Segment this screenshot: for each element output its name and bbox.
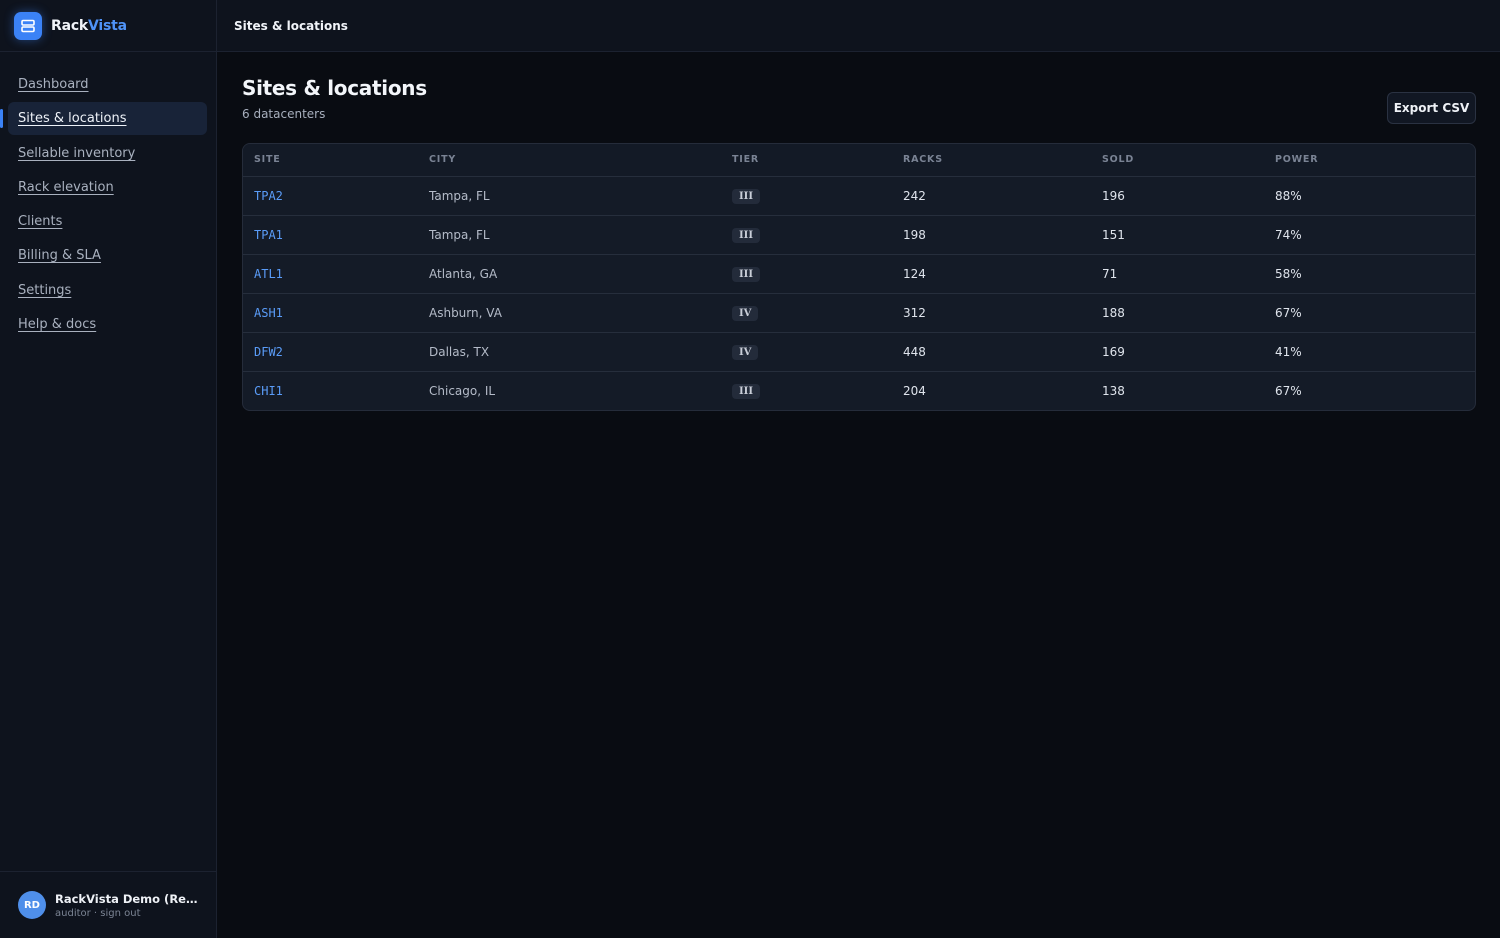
sidebar-item-dashboard[interactable]: Dashboard xyxy=(8,68,207,101)
avatar: RD xyxy=(18,891,46,919)
racks-cell: 198 xyxy=(892,215,1091,255)
power-cell: 58% xyxy=(1264,254,1475,294)
city-cell: Chicago, IL xyxy=(429,383,496,398)
column-header-city[interactable]: CITY xyxy=(418,144,721,177)
user-profile[interactable]: RD RackVista Demo (Read-only) auditor · … xyxy=(0,871,216,938)
tier-cell: III xyxy=(721,215,892,255)
city-cell: Atlanta, GA xyxy=(418,254,721,294)
tier-cell: IV xyxy=(721,293,892,333)
column-header-sold[interactable]: SOLD xyxy=(1091,144,1264,177)
sidebar-item-settings[interactable]: Settings xyxy=(8,274,207,307)
racks-cell: 448 xyxy=(892,332,1091,372)
user-name: RackVista Demo (Read-only) xyxy=(55,891,200,906)
brand-name-part1: Rack xyxy=(51,17,89,34)
power-cell: 74% xyxy=(1264,215,1475,255)
site-link[interactable]: ASH1 xyxy=(243,293,418,333)
column-header-site[interactable]: SITE xyxy=(243,144,418,177)
sold-cell: 151 xyxy=(1091,215,1264,255)
tier-badge: III xyxy=(732,227,761,243)
column-header-racks[interactable]: RACKS xyxy=(892,144,1091,177)
site-link[interactable]: CHI1 xyxy=(243,371,418,410)
sidebar: RackVista Dashboard Sites & locations Se… xyxy=(0,0,217,938)
site-link[interactable]: DFW2 xyxy=(243,332,418,372)
power-cell: 88% xyxy=(1264,176,1475,216)
city-cell: Tampa, FL xyxy=(418,176,721,216)
tier-badge: III xyxy=(732,266,761,282)
power-cell: 67% xyxy=(1275,383,1302,398)
server-rack-icon xyxy=(14,11,42,40)
export-csv-button[interactable]: Export CSV xyxy=(1387,92,1476,124)
racks-cell: 242 xyxy=(892,176,1091,216)
table-row[interactable]: CHI1 Chicago, IL III 204 138 67% xyxy=(243,371,1475,410)
tier-cell: III xyxy=(721,254,892,294)
sidebar-item-billing-sla[interactable]: Billing & SLA xyxy=(8,239,207,272)
page-header: Sites & locations 6 datacenters Export C… xyxy=(242,52,1476,143)
city-cell: Tampa, FL xyxy=(418,215,721,255)
sidebar-nav: Dashboard Sites & locations Sellable inv… xyxy=(0,52,216,341)
topbar: Sites & locations xyxy=(217,0,1500,52)
table-row[interactable]: DFW2 Dallas, TX IV 448 169 41% xyxy=(243,332,1475,372)
sold-cell: 71 xyxy=(1091,254,1264,294)
sidebar-item-sellable-inventory[interactable]: Sellable inventory xyxy=(8,137,207,170)
tier-cell: III xyxy=(721,176,892,216)
main-content: Sites & locations 6 datacenters Export C… xyxy=(242,52,1476,411)
site-link[interactable]: TPA2 xyxy=(243,176,418,216)
sites-table: SITE CITY TIER RACKS SOLD POWER TPA2 Tam… xyxy=(242,143,1476,411)
tier-badge: IV xyxy=(732,305,759,321)
table-header-row: SITE CITY TIER RACKS SOLD POWER xyxy=(243,144,1475,177)
brand[interactable]: RackVista xyxy=(0,0,216,52)
column-header-power[interactable]: POWER xyxy=(1264,144,1475,177)
user-role-signout[interactable]: auditor · sign out xyxy=(55,908,200,919)
brand-name-part2: Vista xyxy=(88,17,127,34)
sidebar-item-rack-elevation[interactable]: Rack elevation xyxy=(8,171,207,204)
tier-badge: III xyxy=(732,383,761,399)
tier-cell: IV xyxy=(721,332,892,372)
sold-cell: 169 xyxy=(1091,332,1264,372)
city-cell: Dallas, TX xyxy=(418,332,721,372)
page-title: Sites & locations xyxy=(242,76,427,100)
user-text: RackVista Demo (Read-only) auditor · sig… xyxy=(55,892,200,919)
sold-cell: 188 xyxy=(1091,293,1264,333)
table-row[interactable]: TPA2 Tampa, FL III 242 196 88% xyxy=(243,176,1475,216)
racks-cell: 204 xyxy=(903,383,926,398)
site-link[interactable]: ATL1 xyxy=(243,254,418,294)
table-row[interactable]: TPA1 Tampa, FL III 198 151 74% xyxy=(243,215,1475,255)
table-row[interactable]: ASH1 Ashburn, VA IV 312 188 67% xyxy=(243,293,1475,333)
sold-cell: 138 xyxy=(1102,383,1125,398)
sidebar-item-clients[interactable]: Clients xyxy=(8,205,207,238)
column-header-tier[interactable]: TIER xyxy=(721,144,892,177)
brand-name: RackVista xyxy=(51,18,127,34)
sidebar-item-help-docs[interactable]: Help & docs xyxy=(8,308,207,341)
racks-cell: 124 xyxy=(892,254,1091,294)
table-row[interactable]: ATL1 Atlanta, GA III 124 71 58% xyxy=(243,254,1475,294)
racks-cell: 312 xyxy=(892,293,1091,333)
page-subtitle: 6 datacenters xyxy=(242,107,326,121)
city-cell: Ashburn, VA xyxy=(418,293,721,333)
tier-badge: III xyxy=(732,188,761,204)
site-link[interactable]: TPA1 xyxy=(243,215,418,255)
sidebar-item-sites-locations[interactable]: Sites & locations xyxy=(0,102,207,136)
tier-badge: IV xyxy=(732,344,759,360)
power-cell: 67% xyxy=(1264,293,1475,333)
tier-cell: III xyxy=(721,371,892,410)
sold-cell: 196 xyxy=(1091,176,1264,216)
breadcrumb: Sites & locations xyxy=(234,18,348,33)
power-cell: 41% xyxy=(1264,332,1475,372)
